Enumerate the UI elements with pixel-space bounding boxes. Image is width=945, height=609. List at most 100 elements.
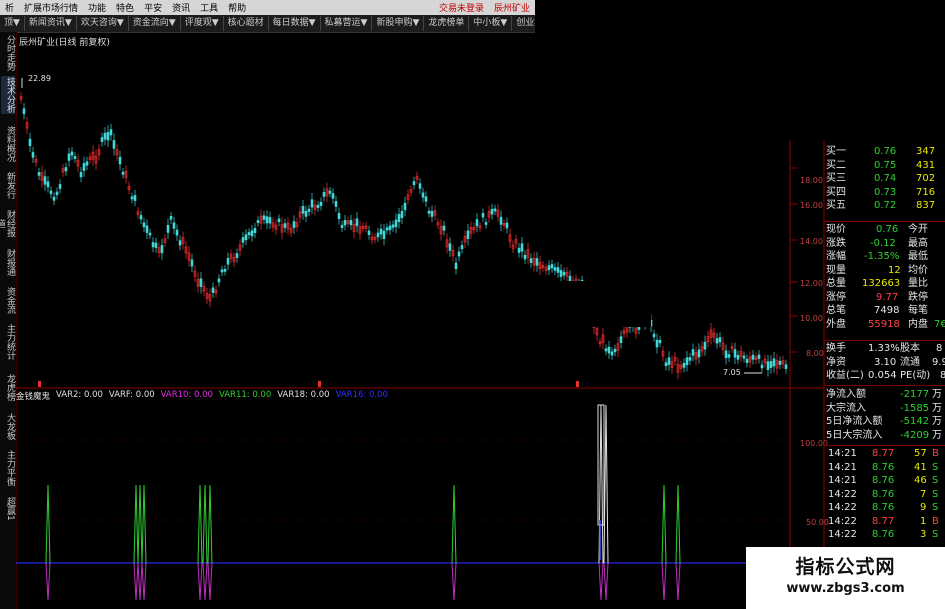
indicator-spike-up (451, 484, 457, 564)
tick-row: 14:22 8.77 1 B (828, 515, 939, 527)
indicator-spike-down (661, 562, 667, 601)
candle-body (742, 355, 746, 359)
candle-body (67, 153, 71, 161)
tick-row: 14:21 8.76 41 S (828, 461, 939, 473)
candle-body (85, 161, 89, 166)
indicator-spike-down (45, 562, 51, 601)
candle-body (121, 171, 125, 175)
candle-body (499, 216, 503, 225)
candle-body (682, 362, 686, 368)
candle-body (265, 216, 269, 224)
candle-body (559, 270, 563, 277)
indicator-spike-up (197, 484, 203, 564)
stat-row: 总笔 7498 每笔 (826, 305, 928, 316)
candle-body (160, 245, 164, 254)
candle-body (517, 247, 521, 253)
flow-row: 净流入额 -2177 万 (826, 389, 942, 400)
flow-row: 5日净流入额 -5142 万 (826, 416, 942, 427)
candle-body (55, 191, 59, 196)
tick-row: 14:22 8.76 3 S (828, 529, 939, 540)
price-axis-tick: 10.00 (800, 314, 823, 323)
divider (824, 445, 945, 446)
candle-body (100, 137, 104, 142)
candle-body (46, 181, 50, 188)
candle-body (697, 349, 701, 358)
indicator-spike-down (603, 562, 609, 601)
candle-body (64, 167, 68, 172)
candle-body (457, 251, 461, 257)
stat-row: 外盘 55918 内盘 7€ (826, 318, 945, 330)
candle-body (43, 176, 47, 185)
candle-body (262, 215, 266, 220)
candle-body (667, 357, 671, 365)
candle-body (715, 338, 719, 344)
candle-body (199, 278, 203, 287)
candle-body (664, 362, 668, 367)
finance-row: 换手 1.33% 股本 8 (826, 343, 943, 354)
candle-body (58, 184, 62, 189)
candle-body (28, 138, 32, 147)
candle-body (376, 232, 380, 238)
candle-body (550, 264, 554, 269)
candle-body (268, 217, 272, 224)
candle-body (385, 227, 389, 231)
bid-row: 买三 0.74 702 (826, 173, 936, 184)
indicator-spike-down (133, 562, 139, 601)
candle-body (400, 210, 404, 218)
candle-body (37, 172, 41, 176)
tick-row: 14:22 8.76 9 S (828, 502, 939, 513)
bid-row: 买二 0.75 431 (826, 159, 936, 171)
indicator-value: VAR10: 0.00 (160, 390, 213, 400)
candle-body (82, 163, 86, 171)
candle-body (391, 224, 395, 228)
indicator-spike-down (202, 562, 208, 601)
watermark-title: 指标公式网 (795, 556, 896, 578)
stat-row: 现价 0.76 今开 (826, 224, 928, 235)
stat-row: 涨幅 -1.35% 最低 (826, 251, 928, 262)
candle-body (169, 215, 173, 220)
indicator-value: VAR16: 0.00 (335, 390, 388, 400)
indicator-value: VARF: 0.00 (108, 390, 155, 400)
candle-body (79, 171, 83, 178)
chart-canvas[interactable] (0, 0, 945, 609)
candle-body (166, 224, 170, 233)
candle-body (604, 348, 608, 352)
watermark-url: www.zbgs3.com (786, 581, 905, 596)
finance-row: 收益(二) 0.054 PE(动) 8 (826, 370, 945, 381)
indicator-value: VAR2: 0.00 (56, 390, 103, 400)
candle-body (106, 131, 110, 141)
candle-body (523, 254, 527, 260)
stat-row: 总量 132663 量比 (826, 278, 928, 289)
indicator-name[interactable]: 金钱魔鬼 (16, 390, 50, 402)
tick-list: 14:21 8.77 57 B 14:21 8.76 41 S 14:21 8.76 46 S 1… (824, 447, 945, 542)
price-axis-tick: 8.00 (806, 349, 824, 358)
candle-body (253, 227, 257, 233)
tick-row: 14:21 8.76 46 S (828, 475, 939, 486)
event-marker (576, 381, 579, 387)
candle-body (154, 242, 158, 248)
candle-body (421, 192, 425, 198)
flow-row: 大宗流入 -1585 万 (826, 402, 942, 414)
candle-body (448, 243, 452, 251)
candle-body (241, 237, 245, 243)
candle-body (619, 336, 623, 344)
candle-body (766, 361, 770, 370)
candle-body (130, 196, 134, 200)
price-axis-tick: 12.00 (800, 279, 823, 288)
candle-body (535, 258, 539, 266)
candle-body (607, 346, 611, 354)
candlestick-series (19, 78, 788, 380)
candle-body (349, 219, 353, 226)
candle-body (769, 361, 773, 368)
candle-body (475, 219, 479, 227)
candle-body (301, 206, 305, 214)
candle-body (22, 108, 26, 115)
indicator-spike-up (603, 404, 609, 564)
stat-row: 现量 12 均价 (826, 264, 928, 276)
candle-body (547, 265, 551, 271)
candle-body (493, 208, 497, 212)
candle-body (142, 222, 146, 228)
candle-body (784, 364, 788, 369)
candle-body (412, 181, 416, 186)
bid-row: 买一 0.76 347 (826, 146, 936, 157)
